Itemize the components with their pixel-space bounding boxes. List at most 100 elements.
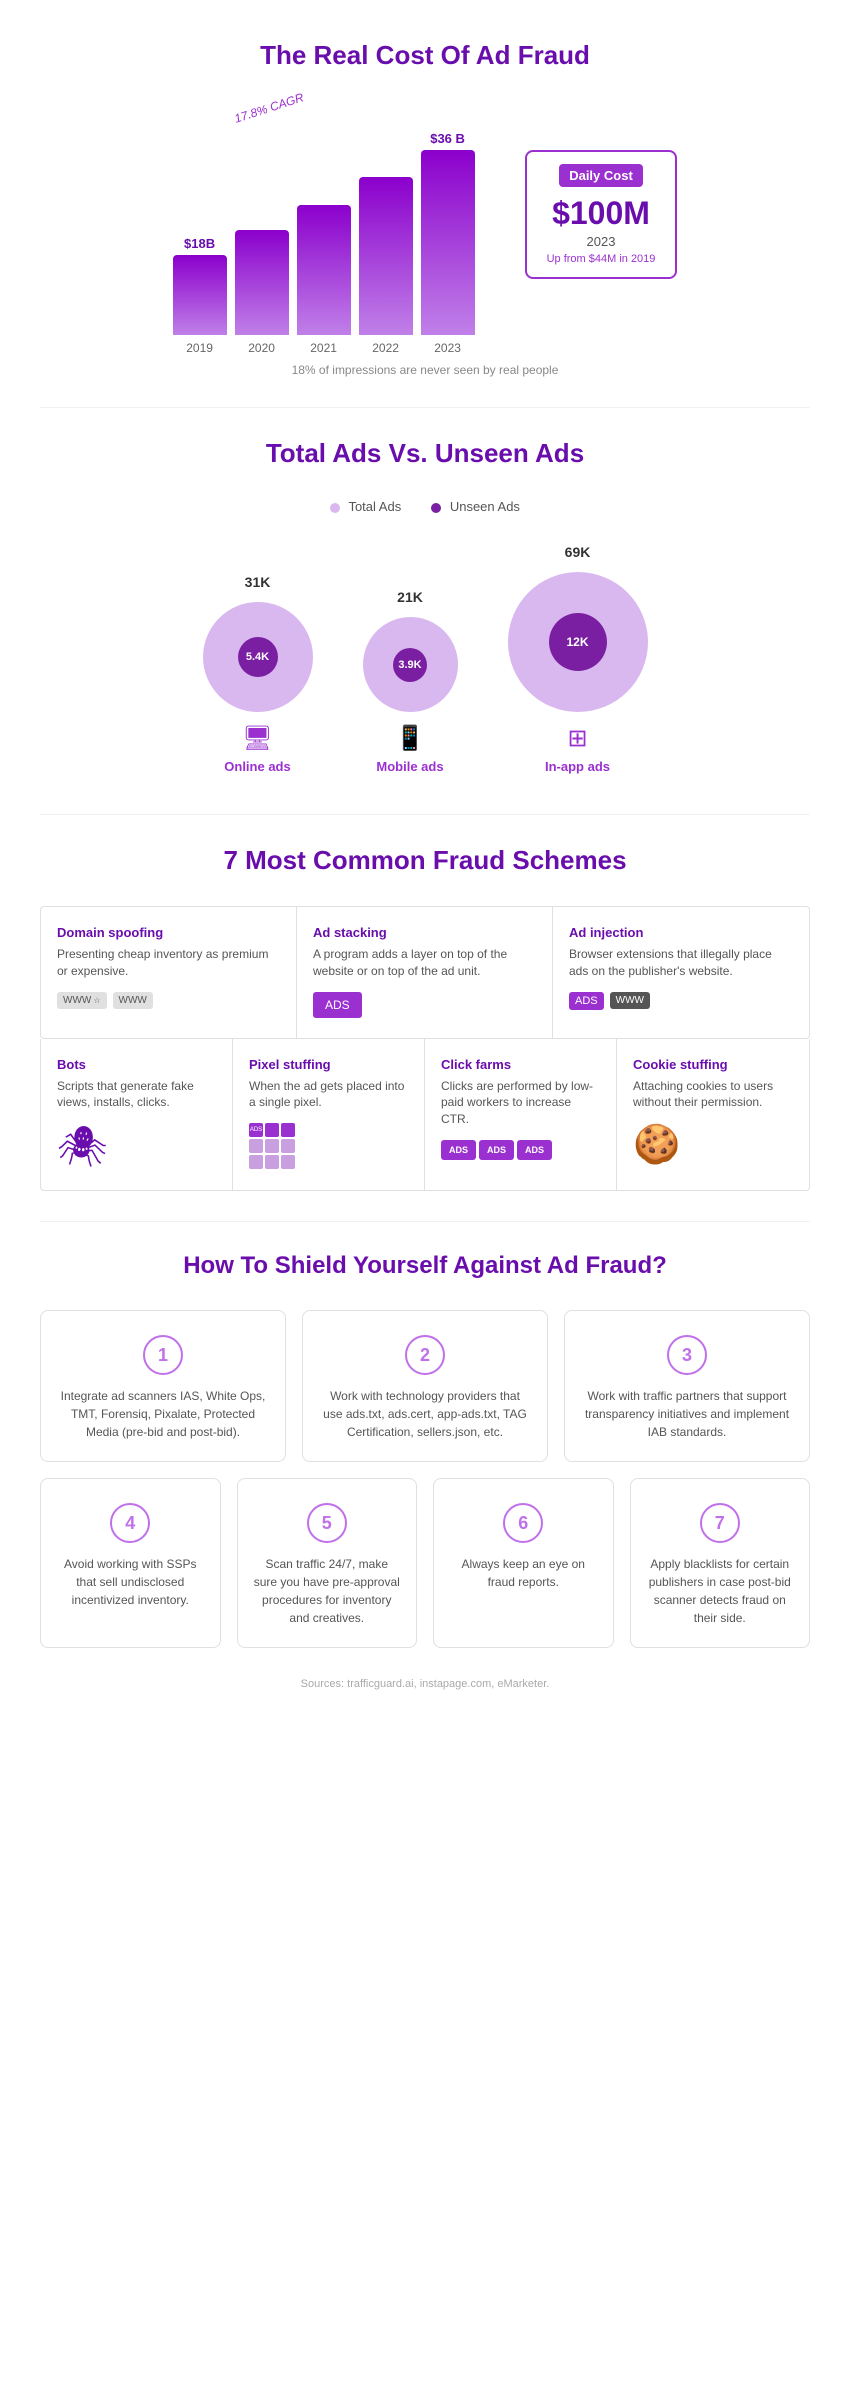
bar-3 [359, 177, 413, 335]
ads-legend: Total Ads Unseen Ads [60, 499, 790, 514]
bug-icon: 🕷 [57, 1123, 216, 1170]
shield-grid-top: 1 Integrate ad scanners IAS, White Ops, … [40, 1310, 810, 1462]
online-total-label: 31K [245, 574, 271, 590]
mobile-total-label: 21K [397, 589, 423, 605]
mobile-circle-outer: 3.9K [363, 617, 458, 712]
shield-number-6: 6 [503, 1503, 543, 1543]
legend-dot-unseen [431, 503, 441, 513]
shield-number-1: 1 [143, 1335, 183, 1375]
fraud-card-ad-injection: Ad injection Browser extensions that ill… [553, 907, 809, 1038]
inapp-icon: ⊞ [567, 724, 587, 753]
online-ads-item: 31K 5.4K 🖥 Online ads [203, 574, 313, 774]
daily-cost-year: 2023 [547, 234, 656, 249]
online-circle-inner: 5.4K [238, 637, 278, 677]
www-icon-1: WWW ☆ [57, 992, 107, 1009]
fraud-grid-top: Domain spoofing Presenting cheap invento… [40, 906, 810, 1039]
shield-text-7: Apply blacklists for certain publishers … [647, 1555, 794, 1627]
fraud-card-cookie-stuffing: Cookie stuffing Attaching cookies to use… [617, 1039, 809, 1191]
shield-text-2: Work with technology providers that use … [319, 1387, 531, 1441]
click-farm-icons: ADS ADS ADS [441, 1140, 600, 1160]
inapp-ads-item: 69K 12K ⊞ In-app ads [508, 544, 648, 774]
bar-year-3: 2022 [372, 341, 399, 355]
fraud-desc-cookie: Attaching cookies to users without their… [633, 1078, 793, 1112]
fraud-schemes-title: 7 Most Common Fraud Schemes [40, 845, 810, 876]
shield-card-5: 5 Scan traffic 24/7, make sure you have … [237, 1478, 418, 1648]
fraud-title-2: Ad injection [569, 925, 793, 940]
daily-cost-note: Up from $44M in 2019 [547, 253, 656, 265]
ads-circles-row: 31K 5.4K 🖥 Online ads 21K 3.9K 📱 Mobile … [60, 534, 790, 784]
daily-cost-header: Daily Cost [559, 164, 643, 187]
legend-dot-total [330, 503, 340, 513]
inapp-total-label: 69K [565, 544, 591, 560]
bar-1 [235, 230, 289, 335]
fraud-title-pixel: Pixel stuffing [249, 1057, 408, 1072]
fraud-desc-pixel: When the ad gets placed into a single pi… [249, 1078, 408, 1112]
shield-title: How To Shield Yourself Against Ad Fraud? [40, 1252, 810, 1280]
shield-number-4: 4 [110, 1503, 150, 1543]
bar-year-4: 2023 [434, 341, 461, 355]
fraud-title-click: Click farms [441, 1057, 600, 1072]
fraud-card-domain-spoofing: Domain spoofing Presenting cheap invento… [41, 907, 297, 1038]
bar-year-1: 2020 [248, 341, 275, 355]
fraud-title-0: Domain spoofing [57, 925, 280, 940]
www-inject-icon: WWW [610, 992, 650, 1009]
fraud-desc-click: Clicks are performed by low-paid workers… [441, 1078, 600, 1128]
www-icon-2: WWW [113, 992, 153, 1009]
sources-text: Sources: trafficguard.ai, instapage.com,… [40, 1678, 810, 1690]
fraud-card-ad-stacking: Ad stacking A program adds a layer on to… [297, 907, 553, 1038]
inapp-circle-outer: 12K [508, 572, 648, 712]
fraud-desc-1: A program adds a layer on top of the web… [313, 946, 536, 980]
fraud-desc-0: Presenting cheap inventory as premium or… [57, 946, 280, 980]
legend-unseen: Unseen Ads [431, 499, 520, 514]
fraud-title-bots: Bots [57, 1057, 216, 1072]
mobile-circle-inner: 3.9K [393, 648, 427, 682]
shield-card-7: 7 Apply blacklists for certain publisher… [630, 1478, 811, 1648]
section-shield: How To Shield Yourself Against Ad Fraud?… [0, 1222, 850, 1710]
shield-number-5: 5 [307, 1503, 347, 1543]
shield-number-2: 2 [405, 1335, 445, 1375]
mobile-icon: 📱 [395, 724, 425, 753]
bar-year-2: 2021 [310, 341, 337, 355]
fraud-card-click-farms: Click farms Clicks are performed by low-… [425, 1039, 617, 1191]
section-ads: Total Ads Vs. Unseen Ads Total Ads Unsee… [0, 408, 850, 814]
legend-total: Total Ads [330, 499, 401, 514]
fraud-icon-1: ADS [313, 992, 536, 1018]
bar-label-2 [322, 186, 326, 201]
shield-card-6: 6 Always keep an eye on fraud reports. [433, 1478, 614, 1648]
section-fraud-cost: The Real Cost Of Ad Fraud 17.8% CAGR $18… [0, 0, 850, 407]
shield-card-2: 2 Work with technology providers that us… [302, 1310, 548, 1462]
fraud-title-1: Ad stacking [313, 925, 536, 940]
shield-card-1: 1 Integrate ad scanners IAS, White Ops, … [40, 1310, 286, 1462]
bar-4 [421, 150, 475, 335]
shield-text-6: Always keep an eye on fraud reports. [450, 1555, 597, 1591]
online-circle-outer: 5.4K [203, 602, 313, 712]
shield-text-3: Work with traffic partners that support … [581, 1387, 793, 1441]
fraud-card-pixel-stuffing: Pixel stuffing When the ad gets placed i… [233, 1039, 425, 1191]
ads-icon-stack: ADS [313, 992, 362, 1018]
bar-label-1 [260, 211, 264, 226]
bar-year-0: 2019 [186, 341, 213, 355]
fraud-desc-bots: Scripts that generate fake views, instal… [57, 1078, 216, 1112]
bar-label-3 [384, 158, 388, 173]
bar-label-0: $18B [184, 236, 215, 251]
fraud-icon-0: WWW ☆ WWW [57, 992, 280, 1009]
fraud-title-cookie: Cookie stuffing [633, 1057, 793, 1072]
inapp-type-label: In-app ads [545, 759, 610, 774]
bar-2 [297, 205, 351, 335]
desktop-icon: 🖥 [242, 724, 272, 753]
daily-cost-amount: $100M [547, 195, 656, 232]
shield-text-4: Avoid working with SSPs that sell undisc… [57, 1555, 204, 1609]
shield-card-4: 4 Avoid working with SSPs that sell undi… [40, 1478, 221, 1648]
fraud-card-bots: Bots Scripts that generate fake views, i… [41, 1039, 233, 1191]
shield-number-3: 3 [667, 1335, 707, 1375]
ads-inject-icon: ADS [569, 992, 604, 1010]
fraud-grid-bottom: Bots Scripts that generate fake views, i… [40, 1039, 810, 1192]
fraud-desc-2: Browser extensions that illegally place … [569, 946, 793, 980]
section-fraud: 7 Most Common Fraud Schemes Domain spoof… [0, 815, 850, 1221]
shield-card-3: 3 Work with traffic partners that suppor… [564, 1310, 810, 1462]
cookie-icon: 🍪 [633, 1123, 793, 1167]
mobile-ads-item: 21K 3.9K 📱 Mobile ads [363, 589, 458, 774]
online-type-label: Online ads [224, 759, 290, 774]
bar-0 [173, 255, 227, 335]
mobile-type-label: Mobile ads [376, 759, 443, 774]
